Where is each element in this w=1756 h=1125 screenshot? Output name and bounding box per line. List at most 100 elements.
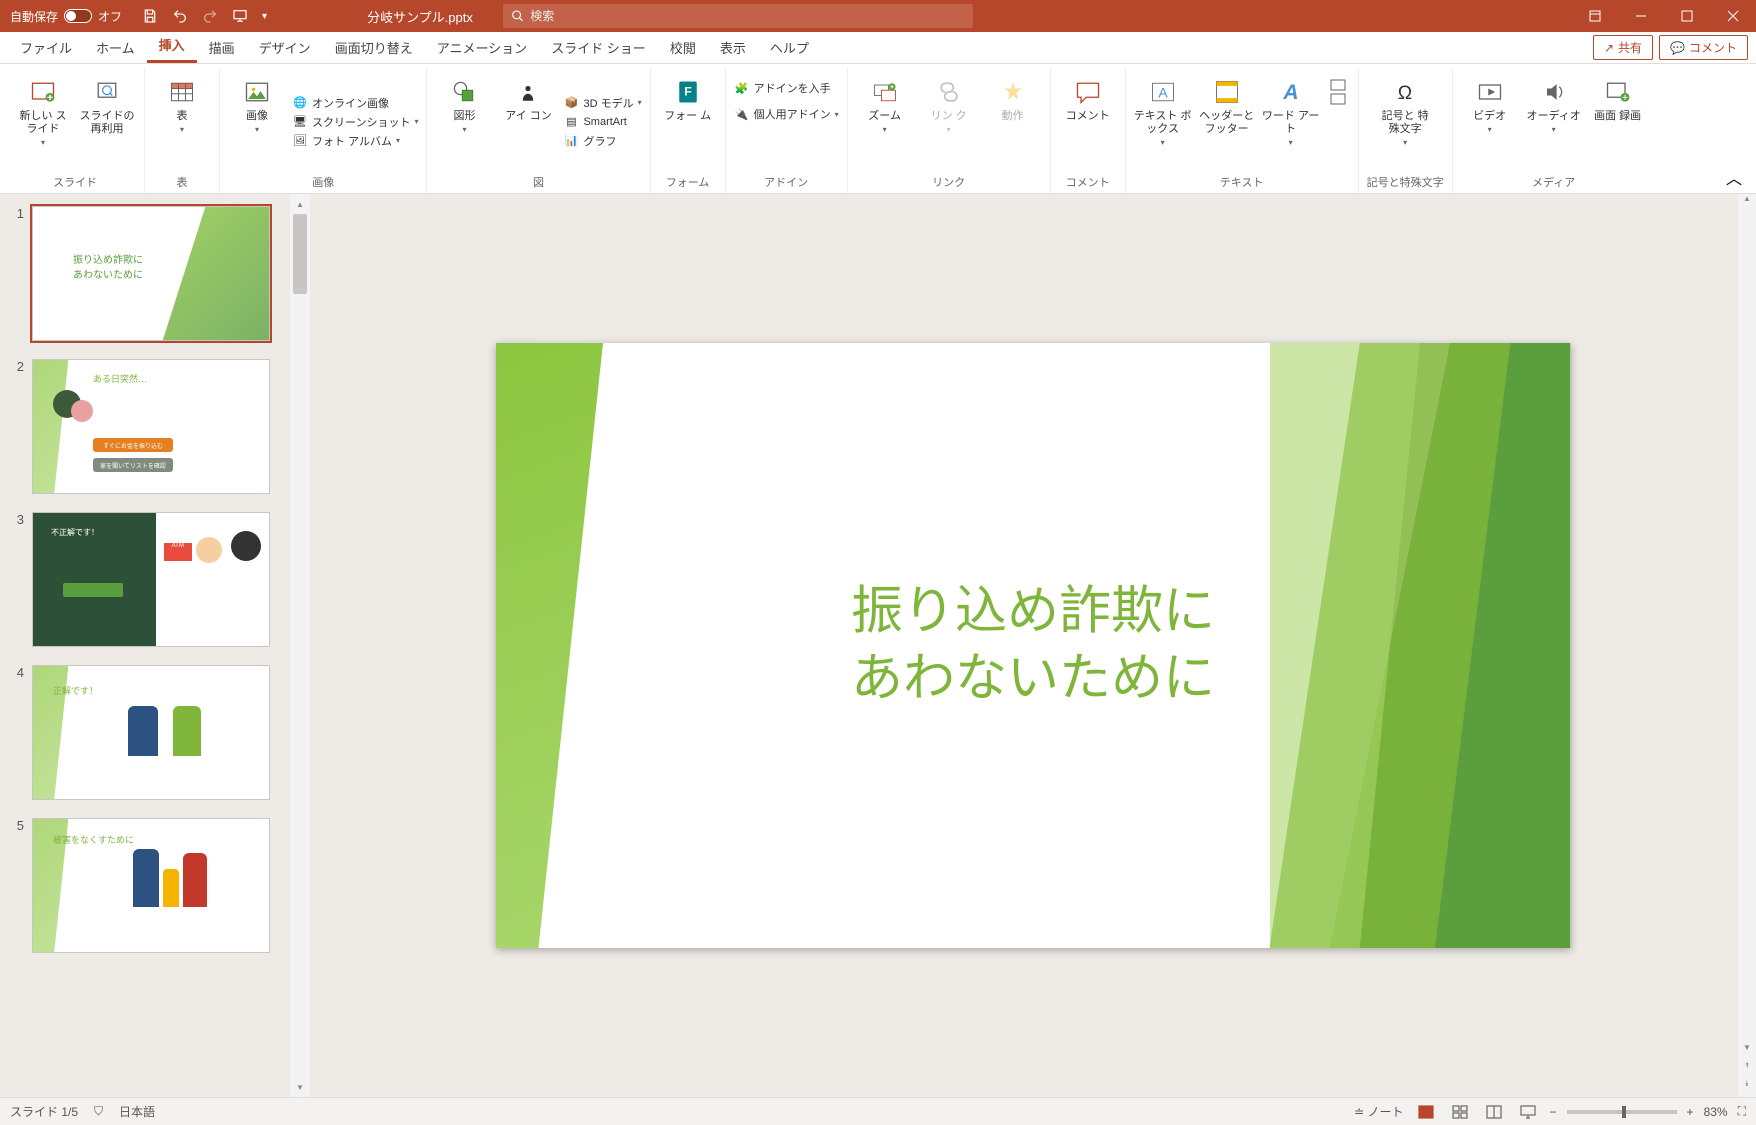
thumbnail-2[interactable]: ある日突然… すぐにお金を振り込む 家を聞いてリストを確認	[32, 359, 270, 494]
scroll-up-icon[interactable]: ▲	[290, 194, 310, 214]
group-comments: コメント コメント	[1051, 68, 1126, 193]
new-slide-button[interactable]: 新しい スライド▾	[14, 72, 72, 171]
get-addins-button[interactable]: 🧩アドインを入手	[734, 80, 839, 96]
photo-album-button[interactable]: 🖼フォト アルバム ▾	[292, 133, 418, 149]
tab-file[interactable]: ファイル	[8, 32, 84, 63]
svg-text:A: A	[1158, 84, 1168, 100]
table-button[interactable]: 表▾	[153, 72, 211, 171]
slideshow-view-icon[interactable]	[1516, 1102, 1540, 1122]
zoom-level[interactable]: 83%	[1704, 1105, 1728, 1119]
tab-animations[interactable]: アニメーション	[425, 32, 539, 63]
current-slide[interactable]: 振り込め詐欺にあわないために	[496, 343, 1571, 948]
main-area: 1 振り込め詐欺にあわないために 2 ある日突然… すぐにお金を振り込む 家を聞…	[0, 194, 1756, 1097]
thumb-number: 5	[8, 818, 24, 953]
zoom-button[interactable]: ズーム▾	[856, 72, 914, 171]
search-box[interactable]	[503, 4, 973, 28]
save-icon[interactable]	[142, 8, 158, 24]
tab-slideshow[interactable]: スライド ショー	[539, 32, 658, 63]
thumbnail-3[interactable]: ATM 不正解です！	[32, 512, 270, 647]
language-indicator[interactable]: 日本語	[119, 1103, 155, 1120]
reuse-slides-button[interactable]: スライドの 再利用	[78, 72, 136, 171]
pictures-button[interactable]: 画像▾	[228, 72, 286, 171]
qat-more-icon[interactable]: ▾	[262, 11, 267, 22]
forms-button[interactable]: F フォー ム	[659, 72, 717, 171]
tab-help[interactable]: ヘルプ	[758, 32, 821, 63]
icons-button[interactable]: アイ コン	[499, 72, 557, 171]
group-illustrations: 図形▾ アイ コン 📦3D モデル ▾ ▤SmartArt 📊グラフ 図	[427, 68, 650, 193]
thumbnail-4[interactable]: 正解です！	[32, 665, 270, 800]
next-slide-icon[interactable]: ⯯	[1738, 1079, 1756, 1097]
screen-recording-button[interactable]: 画面 録画	[1589, 72, 1647, 171]
thumbnail-scrollbar[interactable]: ▲ ▼	[290, 194, 310, 1097]
notes-button[interactable]: ≐ ノート	[1354, 1103, 1403, 1120]
textbox-button[interactable]: A テキスト ボックス▾	[1134, 72, 1192, 171]
scroll-down-icon[interactable]: ▼	[1738, 1043, 1756, 1061]
close-icon[interactable]	[1710, 0, 1756, 32]
slide-editor[interactable]: 振り込め詐欺にあわないために ▲ ▼ ⯭ ⯯	[310, 194, 1756, 1097]
ribbon-tabs: ファイル ホーム 挿入 描画 デザイン 画面切り替え アニメーション スライド …	[0, 32, 1756, 64]
smartart-button[interactable]: ▤SmartArt	[563, 114, 641, 130]
comment-button[interactable]: コメント	[1059, 72, 1117, 171]
autosave-toggle[interactable]: 自動保存 オフ	[0, 8, 132, 25]
audio-button[interactable]: オーディオ▾	[1525, 72, 1583, 171]
link-button[interactable]: リン ク▾	[920, 72, 978, 171]
search-input[interactable]	[530, 9, 965, 23]
svg-text:Ω: Ω	[1398, 83, 1412, 104]
scrollbar-handle[interactable]	[293, 214, 307, 294]
maximize-icon[interactable]	[1664, 0, 1710, 32]
present-icon[interactable]	[232, 8, 248, 24]
statusbar: スライド 1/5 ⛉ 日本語 ≐ ノート − + 83% ⛶	[0, 1097, 1756, 1125]
zoom-in-button[interactable]: +	[1687, 1105, 1694, 1119]
3d-models-button[interactable]: 📦3D モデル ▾	[563, 95, 641, 111]
text-more-button[interactable]	[1326, 72, 1350, 171]
zoom-out-button[interactable]: −	[1550, 1105, 1557, 1119]
redo-icon[interactable]	[202, 8, 218, 24]
normal-view-icon[interactable]	[1414, 1102, 1438, 1122]
search-icon	[511, 9, 524, 23]
tab-view[interactable]: 表示	[708, 32, 758, 63]
scroll-down-icon[interactable]: ▼	[290, 1077, 310, 1097]
video-button[interactable]: ビデオ▾	[1461, 72, 1519, 171]
slide-counter: スライド 1/5	[10, 1103, 78, 1120]
tab-review[interactable]: 校閲	[658, 32, 708, 63]
header-footer-button[interactable]: ヘッダーと フッター	[1198, 72, 1256, 171]
symbols-button[interactable]: Ω 記号と 特殊文字▾	[1376, 72, 1434, 171]
comments-button[interactable]: 💬 コメント	[1659, 35, 1748, 60]
tab-design[interactable]: デザイン	[247, 32, 323, 63]
tab-home[interactable]: ホーム	[84, 32, 147, 63]
thumb-number: 2	[8, 359, 24, 494]
tab-insert[interactable]: 挿入	[147, 29, 197, 63]
titlebar: 自動保存 オフ ▾ 分岐サンプル.pptx	[0, 0, 1756, 32]
thumbnail-5[interactable]: 被害をなくすために	[32, 818, 270, 953]
tab-transitions[interactable]: 画面切り替え	[323, 32, 425, 63]
scroll-up-icon[interactable]: ▲	[1738, 194, 1756, 212]
ribbon-options-icon[interactable]	[1572, 0, 1618, 32]
group-symbols: Ω 記号と 特殊文字▾ 記号と特殊文字	[1359, 68, 1453, 193]
svg-text:F: F	[684, 85, 692, 99]
minimize-icon[interactable]	[1618, 0, 1664, 32]
quick-access-toolbar: ▾	[132, 8, 277, 24]
accessibility-icon[interactable]: ⛉	[94, 1104, 103, 1119]
action-button[interactable]: 動作	[984, 72, 1042, 171]
reading-view-icon[interactable]	[1482, 1102, 1506, 1122]
group-images: 画像▾ 🌐オンライン画像 🖥スクリーンショット ▾ 🖼フォト アルバム ▾ 画像	[220, 68, 427, 193]
wordart-button[interactable]: A ワード アート▾	[1262, 72, 1320, 171]
slide-title[interactable]: 振り込め詐欺にあわないために	[851, 578, 1215, 713]
screenshot-button[interactable]: 🖥スクリーンショット ▾	[292, 114, 418, 130]
online-pictures-button[interactable]: 🌐オンライン画像	[292, 95, 418, 111]
tab-draw[interactable]: 描画	[197, 32, 247, 63]
sorter-view-icon[interactable]	[1448, 1102, 1472, 1122]
fit-to-window-icon[interactable]: ⛶	[1738, 1104, 1746, 1119]
my-addins-button[interactable]: 🔌個人用アドイン ▾	[734, 106, 839, 122]
zoom-slider[interactable]	[1567, 1110, 1677, 1114]
ribbon: 新しい スライド▾ スライドの 再利用 スライド 表▾ 表 画像▾ 🌐オンラ	[0, 64, 1756, 194]
undo-icon[interactable]	[172, 8, 188, 24]
chart-button[interactable]: 📊グラフ	[563, 133, 641, 149]
group-tables: 表▾ 表	[145, 68, 220, 193]
thumbnail-1[interactable]: 振り込め詐欺にあわないために	[32, 206, 270, 341]
collapse-ribbon-icon[interactable]: ︿	[1718, 161, 1750, 193]
share-button[interactable]: ↗ 共有	[1593, 35, 1653, 60]
shapes-button[interactable]: 図形▾	[435, 72, 493, 171]
editor-scrollbar[interactable]: ▲ ▼ ⯭ ⯯	[1738, 194, 1756, 1097]
prev-slide-icon[interactable]: ⯭	[1738, 1061, 1756, 1079]
